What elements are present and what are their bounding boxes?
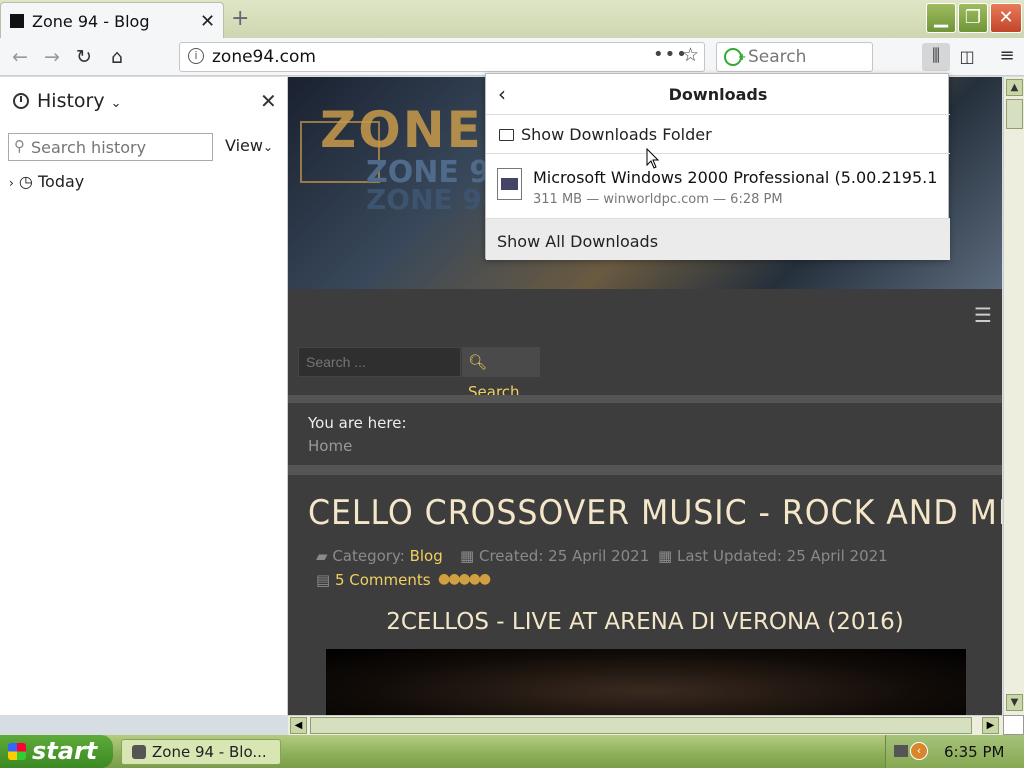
article-updated: ▦ Last Updated: 25 April 2021: [658, 547, 888, 565]
scroll-down-button[interactable]: ▼: [1006, 694, 1023, 711]
chevron-down-icon: ⌄: [110, 96, 122, 111]
clock-icon: ◷: [18, 172, 33, 191]
reload-icon: ↻: [76, 46, 92, 68]
tab-strip: Zone 94 - Blog ✕ + ▁ ❐ ✕: [0, 0, 1024, 38]
comment-icon: ▤: [316, 571, 331, 589]
site-search-input[interactable]: [298, 347, 461, 377]
windows-logo-icon: [8, 743, 26, 760]
show-downloads-folder-label: Show Downloads Folder: [521, 125, 712, 144]
menu-button[interactable]: ≡: [995, 43, 1019, 71]
show-all-downloads-button[interactable]: Show All Downloads: [486, 218, 950, 260]
view-menu-button[interactable]: View⌄: [225, 136, 273, 155]
new-tab-button[interactable]: +: [231, 6, 249, 31]
site-search-button[interactable]: 🔍︎ Search: [462, 347, 540, 401]
tab-title: Zone 94 - Blog: [32, 12, 150, 31]
divider: [288, 465, 1002, 475]
url-bar[interactable]: i zone94.com ••• ☆: [179, 42, 705, 72]
downloads-panel: ‹ Downloads Show Downloads Folder Micros…: [485, 73, 950, 260]
history-group-today[interactable]: › ◷ Today: [9, 172, 84, 191]
category-link[interactable]: Blog: [410, 547, 443, 565]
search-input[interactable]: Search: [748, 47, 806, 67]
sidebar-title[interactable]: History ⌄: [37, 90, 122, 112]
arrow-right-icon: →: [44, 46, 60, 68]
article-title[interactable]: CELLO CROSSOVER MUSIC - ROCK AND METAL: [308, 493, 1002, 533]
browser-icon: [132, 745, 146, 759]
comments-link[interactable]: ▤ 5 Comments: [316, 571, 431, 589]
reload-button[interactable]: ↻: [72, 45, 96, 69]
maximize-button[interactable]: ❐: [958, 3, 988, 33]
search-engine-icon: +: [724, 48, 746, 66]
vertical-scrollbar[interactable]: ▲ ▼: [1003, 77, 1024, 715]
system-tray: ‹ 6:35 PM: [885, 735, 1024, 768]
bookmark-star-icon[interactable]: ☆: [682, 44, 699, 66]
history-search-field[interactable]: ⚲: [8, 133, 213, 161]
info-icon[interactable]: i: [188, 48, 204, 64]
horizontal-scrollbar[interactable]: ◀ ▶: [288, 715, 1003, 735]
sidebar-icon: ◫: [959, 47, 975, 66]
folder-icon: [499, 129, 514, 141]
forward-button[interactable]: →: [40, 45, 64, 69]
video-player[interactable]: [326, 649, 966, 715]
site-menu-icon[interactable]: ☰: [974, 303, 992, 327]
home-icon: ⌂: [110, 46, 124, 68]
clock-icon: [13, 93, 29, 109]
history-search-input[interactable]: [31, 138, 209, 157]
article-category: ▰ Category: Blog: [316, 547, 443, 565]
download-file-name: Microsoft Windows 2000 Professional (5.0…: [533, 168, 938, 187]
tray-expand-icon[interactable]: ‹: [910, 742, 928, 760]
scroll-left-button[interactable]: ◀: [290, 717, 307, 734]
navigation-toolbar: ← → ↻ ⌂ i zone94.com ••• ☆ + Search ⫼ ◫ …: [0, 38, 1024, 76]
divider: [288, 395, 1002, 403]
breadcrumb-home[interactable]: Home: [308, 437, 352, 455]
taskbar: start Zone 94 - Blo... ‹ 6:35 PM: [0, 735, 1024, 768]
network-icon[interactable]: [894, 745, 908, 757]
chevron-right-icon: ›: [9, 176, 14, 190]
clock[interactable]: 6:35 PM: [944, 743, 1004, 761]
back-button[interactable]: ←: [8, 45, 32, 69]
taskbar-window-button[interactable]: Zone 94 - Blo...: [121, 739, 281, 765]
show-downloads-folder-item[interactable]: Show Downloads Folder: [486, 115, 950, 153]
start-button[interactable]: start: [0, 735, 113, 768]
arrow-left-icon: ←: [12, 46, 28, 68]
breadcrumb-label: You are here:: [308, 414, 407, 432]
article-created: ▦ Created: 25 April 2021: [460, 547, 650, 565]
tab-close-icon[interactable]: ✕: [200, 11, 215, 32]
history-sidebar: History ⌄ ✕ ⚲ View⌄ › ◷ Today: [0, 77, 288, 715]
show-all-downloads-label: Show All Downloads: [497, 232, 659, 251]
logo-echo: ZONE 94: [366, 183, 502, 216]
scrollbar-corner: [1003, 715, 1024, 735]
calendar-icon: ▦: [460, 547, 475, 565]
library-button[interactable]: ⫼: [922, 43, 950, 71]
scroll-right-button[interactable]: ▶: [982, 717, 999, 734]
vertical-scroll-thumb[interactable]: [1006, 99, 1023, 129]
downloads-panel-title: Downloads: [668, 85, 768, 104]
search-bar[interactable]: + Search: [716, 42, 873, 72]
search-icon: 🔍︎: [468, 353, 488, 371]
download-file-meta: 311 MB — winworldpc.com — 6:28 PM: [533, 192, 783, 207]
download-item[interactable]: Microsoft Windows 2000 Professional (5.0…: [486, 154, 950, 218]
search-icon: ⚲: [14, 137, 25, 155]
tab-zone94[interactable]: Zone 94 - Blog ✕: [0, 2, 224, 38]
url-text[interactable]: zone94.com: [212, 47, 316, 67]
favicon-icon: [10, 14, 24, 28]
hamburger-icon: ≡: [999, 45, 1015, 66]
calendar-icon: ▦: [658, 547, 673, 565]
mouse-cursor-icon: [646, 148, 660, 169]
library-icon: ⫼: [932, 46, 940, 66]
rating-stars[interactable]: ●●●●●: [438, 571, 491, 587]
minimize-button[interactable]: ▁: [926, 3, 956, 33]
horizontal-scroll-thumb[interactable]: [310, 717, 972, 734]
close-window-button[interactable]: ✕: [990, 3, 1022, 33]
sidebar-toggle-button[interactable]: ◫: [955, 43, 979, 71]
folder-icon: ▰: [316, 547, 328, 565]
video-title: 2CELLOS - LIVE AT ARENA DI VERONA (2016): [386, 609, 904, 635]
scroll-up-button[interactable]: ▲: [1006, 79, 1023, 96]
file-icon: [497, 168, 522, 200]
sidebar-close-icon[interactable]: ✕: [260, 89, 277, 113]
home-button[interactable]: ⌂: [105, 45, 129, 69]
